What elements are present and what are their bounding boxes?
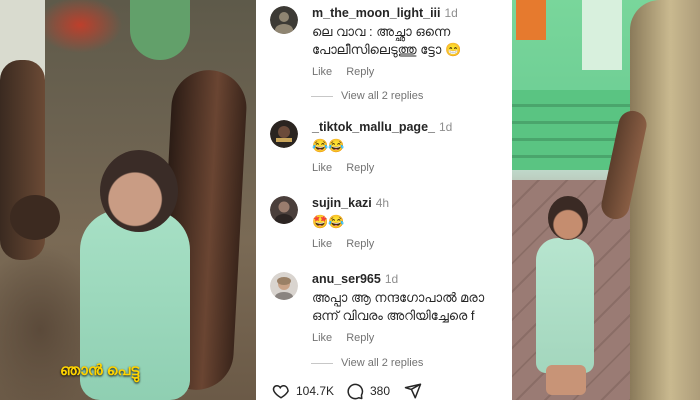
child-head	[100, 150, 178, 232]
comment-text: ലെ വാവ : അച്ഛാ ഒന്നെ പോലീസിലെടുത്തു ട്ടോ…	[312, 24, 462, 57]
like-button[interactable]: Like	[312, 66, 332, 78]
right-photo	[512, 0, 700, 400]
photo-caption: ഞാൻ പെട്ടു	[60, 362, 140, 379]
avatar[interactable]	[270, 272, 298, 300]
avatar[interactable]	[270, 196, 298, 224]
likes-count[interactable]: 104.7K	[296, 384, 334, 398]
like-button[interactable]: Like	[312, 332, 332, 344]
comment-username[interactable]: anu_ser965	[312, 272, 381, 286]
like-button[interactable]: Like	[312, 238, 332, 250]
comment-age: 1d	[444, 6, 458, 20]
comment-text: അപ്പാ ആ നന്ദഗോപാൽ മരാ ഒന്ന് വിവരം അറിയിച…	[312, 290, 485, 323]
comment-text: 😂😂	[312, 138, 345, 153]
temple-wall	[516, 0, 546, 40]
child-dress	[536, 238, 594, 373]
share-icon[interactable]	[404, 382, 422, 400]
view-replies-link[interactable]: View all 2 replies	[311, 357, 423, 369]
reply-button[interactable]: Reply	[346, 332, 374, 344]
comment-age: 1d	[438, 120, 453, 134]
heart-icon[interactable]	[272, 382, 290, 400]
like-button[interactable]: Like	[312, 162, 332, 174]
comment-age: 1d	[384, 272, 399, 286]
avatar[interactable]	[270, 120, 298, 148]
reply-button[interactable]: Reply	[346, 162, 374, 174]
comment-text: 🤩😂	[312, 214, 345, 229]
view-replies-link[interactable]: View all 2 replies	[311, 90, 423, 102]
child-head	[548, 196, 588, 240]
comments-count[interactable]: 380	[370, 384, 390, 398]
comment-username[interactable]: _tiktok_mallu_page_	[312, 120, 435, 134]
child-legs	[546, 365, 586, 395]
comment-username[interactable]: m_the_moon_light_iii	[312, 6, 441, 20]
comments-panel: m_the_moon_light_iii 1d ലെ വാവ : അച്ഛാ ഒന…	[256, 0, 512, 400]
post-action-bar: 104.7K 380	[256, 380, 512, 400]
reply-button[interactable]: Reply	[346, 238, 374, 250]
adult-hand	[10, 195, 60, 240]
reply-button[interactable]: Reply	[346, 66, 374, 78]
temple-pillar	[582, 0, 622, 70]
comment-username[interactable]: sujin_kazi	[312, 196, 372, 210]
avatar[interactable]	[270, 6, 298, 34]
comment-icon[interactable]	[346, 382, 364, 400]
background-figure	[130, 0, 190, 60]
left-photo: ഞാൻ പെട്ടു	[0, 0, 256, 400]
police-officer	[630, 0, 700, 400]
comment-age: 4h	[375, 196, 390, 210]
